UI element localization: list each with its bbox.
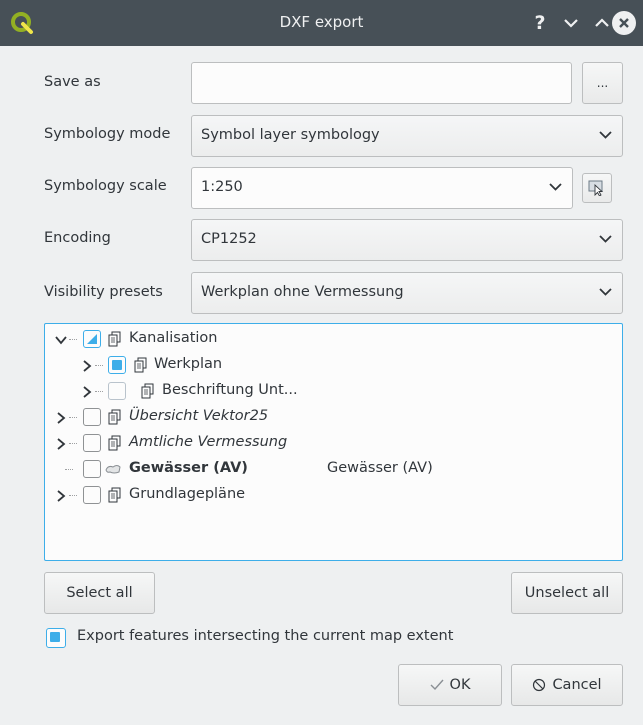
export-extent-checkbox[interactable]	[46, 628, 66, 648]
layer-group-icon	[134, 357, 147, 373]
chevron-right-icon[interactable]	[55, 490, 67, 502]
partial-check-icon	[87, 334, 97, 344]
layer-label: Grundlagepläne	[129, 486, 246, 502]
tree-line	[69, 339, 77, 340]
chevron-down-icon	[599, 131, 612, 139]
layer-attribute: Gewässer (AV)	[327, 460, 433, 476]
cancel-label: Cancel	[552, 677, 602, 693]
symbology-scale-label: Symbology scale	[44, 178, 167, 194]
chevron-down-icon	[599, 288, 612, 296]
save-as-input[interactable]	[191, 62, 572, 104]
layer-checkbox[interactable]	[108, 356, 126, 374]
layer-group-icon	[108, 487, 121, 503]
layer-checkbox[interactable]	[83, 486, 101, 504]
tree-row-grundlageplaene[interactable]: Grundlagepläne	[45, 484, 605, 508]
polygon-layer-icon	[105, 465, 121, 474]
cancel-button[interactable]: Cancel	[511, 664, 623, 706]
visibility-presets-select[interactable]: Werkplan ohne Vermessung	[191, 272, 623, 314]
tree-row-beschriftung[interactable]: Beschriftung Unt...	[45, 380, 605, 404]
visibility-presets-value: Werkplan ohne Vermessung	[201, 284, 404, 300]
layer-checkbox[interactable]	[83, 408, 101, 426]
tree-row-werkplan[interactable]: Werkplan	[45, 354, 605, 378]
symbology-scale-combo[interactable]: 1:250	[191, 167, 573, 209]
chevron-down-icon[interactable]	[55, 334, 67, 346]
layer-label: Übersicht Vektor25	[129, 408, 269, 424]
layer-checkbox[interactable]	[108, 382, 126, 400]
map-pointer-icon	[588, 180, 604, 196]
tree-line	[69, 417, 77, 418]
check-icon	[430, 679, 444, 691]
layer-group-icon	[108, 409, 121, 425]
layer-group-icon	[108, 435, 121, 451]
tree-row-kanalisation[interactable]: Kanalisation	[45, 328, 605, 352]
encoding-label: Encoding	[44, 230, 111, 246]
unselect-all-button[interactable]: Unselect all	[511, 572, 623, 614]
tree-line	[69, 443, 77, 444]
layer-label: Kanalisation	[129, 330, 218, 346]
scale-from-canvas-button[interactable]	[582, 173, 612, 203]
chevron-down-icon	[599, 235, 612, 243]
cancel-icon	[533, 678, 546, 692]
symbology-mode-select[interactable]: Symbol layer symbology	[191, 115, 623, 157]
layer-label: Gewässer (AV)	[129, 460, 248, 476]
layer-label: Amtliche Vermessung	[129, 434, 288, 450]
symbology-mode-label: Symbology mode	[44, 126, 171, 142]
layer-tree[interactable]: Kanalisation Werkplan Beschriftung Unt..…	[44, 323, 623, 561]
chevron-right-icon[interactable]	[81, 386, 93, 398]
layer-label: Werkplan	[154, 356, 223, 372]
tree-line	[95, 365, 103, 366]
symbology-mode-value: Symbol layer symbology	[201, 127, 380, 143]
chevron-right-icon[interactable]	[55, 438, 67, 450]
layer-checkbox[interactable]	[83, 330, 101, 348]
title-bar: DXF export ?	[0, 0, 643, 46]
browse-button[interactable]: ...	[582, 62, 623, 104]
ok-label: OK	[449, 677, 471, 693]
encoding-value: CP1252	[201, 231, 257, 247]
layer-checkbox[interactable]	[83, 460, 101, 478]
chevron-right-icon[interactable]	[81, 360, 93, 372]
visibility-presets-label: Visibility presets	[44, 284, 163, 300]
tree-line	[69, 495, 77, 496]
help-button[interactable]: ?	[528, 11, 552, 35]
close-icon	[619, 18, 629, 28]
tree-row-gewaesser[interactable]: Gewässer (AV) Gewässer (AV)	[45, 458, 605, 482]
export-extent-label[interactable]: Export features intersecting the current…	[77, 628, 453, 644]
layer-checkbox[interactable]	[83, 434, 101, 452]
save-as-label: Save as	[44, 74, 101, 90]
tree-line	[95, 391, 103, 392]
tree-row-uebersicht[interactable]: Übersicht Vektor25	[45, 406, 605, 430]
chevron-down-icon	[564, 19, 578, 28]
chevron-up-icon	[595, 18, 609, 27]
layer-group-icon	[141, 383, 154, 399]
tree-line	[65, 469, 73, 470]
symbology-scale-value: 1:250	[201, 179, 243, 195]
layer-label: Beschriftung Unt...	[162, 382, 298, 398]
ok-button[interactable]: OK	[398, 664, 502, 706]
tree-row-amtliche-vermessung[interactable]: Amtliche Vermessung	[45, 432, 605, 456]
encoding-select[interactable]: CP1252	[191, 219, 623, 261]
close-button[interactable]	[612, 11, 636, 35]
select-all-button[interactable]: Select all	[44, 572, 155, 614]
minimize-button[interactable]	[559, 11, 583, 35]
chevron-down-icon	[549, 183, 562, 191]
maximize-button[interactable]	[590, 11, 614, 35]
chevron-right-icon[interactable]	[55, 412, 67, 424]
layer-group-icon	[108, 331, 121, 347]
